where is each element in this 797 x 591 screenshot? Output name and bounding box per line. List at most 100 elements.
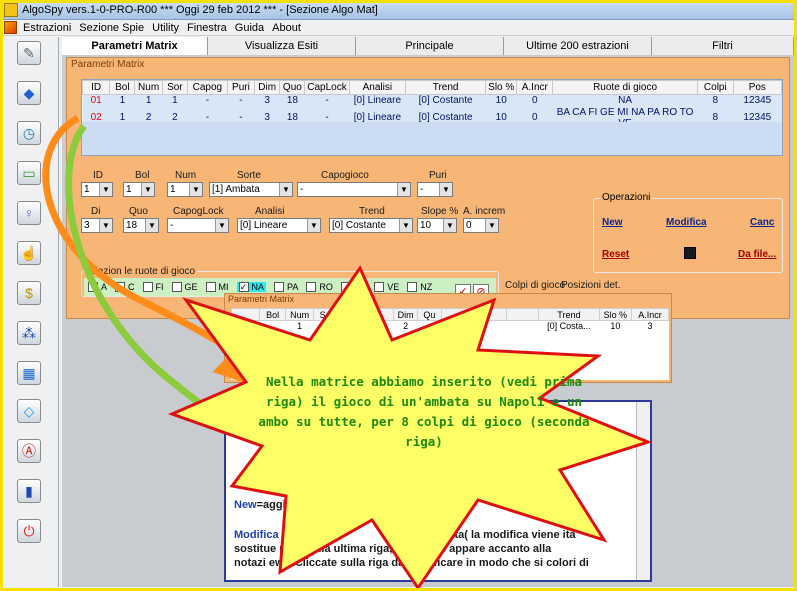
col-aincr[interactable]: A.Incr: [516, 80, 554, 95]
menu-about[interactable]: About: [272, 22, 301, 34]
col-colpi[interactable]: Colpi: [696, 80, 734, 95]
col-slo[interactable]: Slo %: [484, 80, 518, 95]
analisi-select[interactable]: [0] Lineare ▼: [237, 218, 321, 233]
wheel-to-checkbox[interactable]: TO: [340, 282, 366, 292]
chevron-down-icon[interactable]: ▼: [485, 219, 498, 232]
chevron-down-icon[interactable]: ▼: [145, 219, 158, 232]
col-num[interactable]: Num: [134, 80, 163, 95]
wheel-fi-checkbox[interactable]: FI: [142, 282, 164, 292]
chevron-down-icon[interactable]: ▼: [99, 183, 112, 196]
col-bol[interactable]: Bol: [109, 80, 136, 95]
wheel-ro-checkbox[interactable]: RO: [306, 282, 333, 292]
num-select[interactable]: 1 ▼: [167, 182, 203, 197]
book-blue-icon[interactable]: ▮: [17, 479, 41, 503]
popup-col: A.Incr: [631, 308, 669, 321]
canc-link[interactable]: Canc: [750, 217, 774, 228]
drop-icon[interactable]: ◇: [17, 399, 41, 423]
caplock-select[interactable]: - ▼: [167, 218, 229, 233]
quo-select[interactable]: 18 ▼: [123, 218, 159, 233]
chevron-down-icon[interactable]: ▼: [279, 183, 292, 196]
col-caplock[interactable]: CapLock: [304, 80, 350, 95]
slope-select[interactable]: 10 ▼: [417, 218, 457, 233]
aincrem-select[interactable]: 0 ▼: [463, 218, 499, 233]
cell-pos: 12345: [733, 94, 782, 107]
matrix-grid[interactable]: ID Bol Num Sor Capog Puri Dim Quo CapLoc…: [81, 79, 783, 156]
wheel-ca-checkbox[interactable]: C: [115, 282, 135, 292]
pencil-icon[interactable]: ✎: [17, 41, 41, 65]
trend-select[interactable]: [0] Costante ▼: [329, 218, 413, 233]
col-pos[interactable]: Pos: [732, 80, 783, 95]
wheel-mi-checkbox[interactable]: MI: [205, 282, 229, 292]
chevron-down-icon[interactable]: ▼: [399, 219, 412, 232]
tab-parametri-matrix[interactable]: Parametri Matrix: [62, 37, 208, 55]
lightbulb-icon[interactable]: ♀: [17, 201, 41, 225]
id-select[interactable]: 1 ▼: [81, 182, 113, 197]
calendar-icon[interactable]: ▦: [17, 361, 41, 385]
popup-col: Qu: [417, 308, 442, 321]
puri-select[interactable]: - ▼: [417, 182, 453, 197]
cassette-icon[interactable]: ▭: [17, 161, 41, 185]
menu-utility[interactable]: Utility: [152, 22, 179, 34]
chevron-down-icon[interactable]: ▼: [215, 219, 228, 232]
menu-estrazioni[interactable]: Estrazioni: [23, 22, 71, 34]
col-capog[interactable]: Capog: [186, 80, 228, 95]
chevron-down-icon[interactable]: ▼: [189, 183, 202, 196]
table-row[interactable]: 01 1 1 1 - - 3 18 - [0] Lineare [0] Cost…: [82, 94, 782, 107]
power-icon[interactable]: ⏻: [17, 519, 41, 543]
wheel-ge-checkbox[interactable]: GE: [171, 282, 198, 292]
floppy-icon[interactable]: [684, 247, 696, 259]
cell-caplock: -: [304, 94, 350, 107]
money-icon[interactable]: $: [17, 281, 41, 305]
col-sor[interactable]: Sor: [161, 80, 188, 95]
col-analisi[interactable]: Analisi: [348, 80, 407, 95]
chevron-down-icon[interactable]: ▼: [307, 219, 320, 232]
bol-select[interactable]: 1 ▼: [123, 182, 155, 197]
chevron-down-icon[interactable]: ▼: [99, 219, 112, 232]
grid-empty-area: [82, 122, 782, 155]
col-trend[interactable]: Trend: [405, 80, 486, 95]
app-menu-icon[interactable]: [4, 21, 17, 34]
col-puri[interactable]: Puri: [226, 80, 256, 95]
tab-visualizza-esiti[interactable]: Visualizza Esiti: [208, 37, 356, 55]
tab-ultime-200[interactable]: Ultime 200 estrazioni: [504, 37, 652, 55]
cell-capog: -: [187, 94, 228, 107]
cell-colpi: 8: [697, 94, 734, 107]
reset-link[interactable]: Reset: [602, 249, 629, 260]
doc-scrollbar[interactable]: [636, 402, 650, 580]
menu-finestra[interactable]: Finestra: [187, 22, 227, 34]
capogioco-select[interactable]: - ▼: [297, 182, 411, 197]
col-ruote[interactable]: Ruote di gioco: [552, 80, 698, 95]
wheel-ve-checkbox[interactable]: VE: [374, 282, 399, 292]
window-titlebar: AlgoSpy vers.1-0-PRO-R00 *** Oggi 29 feb…: [0, 0, 797, 20]
chevron-down-icon[interactable]: ▼: [443, 219, 456, 232]
hand-icon[interactable]: ☝: [17, 241, 41, 265]
chevron-down-icon[interactable]: ▼: [141, 183, 154, 196]
new-link[interactable]: New: [602, 217, 623, 228]
clock-icon[interactable]: ◷: [17, 121, 41, 145]
dafile-link[interactable]: Da file...: [738, 249, 776, 260]
col-dim[interactable]: Dim: [254, 80, 281, 95]
tab-filtri[interactable]: Filtri: [652, 37, 794, 55]
sorte-select[interactable]: [1] Ambata ▼: [209, 182, 293, 197]
col-id[interactable]: ID: [81, 80, 111, 95]
operations-title: Operazioni: [600, 192, 653, 203]
book-icon[interactable]: ◆: [17, 81, 41, 105]
alpha-icon[interactable]: Ⓐ: [17, 439, 41, 463]
network-icon[interactable]: ⁂: [17, 321, 41, 345]
chevron-down-icon[interactable]: ▼: [397, 183, 410, 196]
menu-sezione-spie[interactable]: Sezione Spie: [79, 22, 144, 34]
wheel-nz-checkbox[interactable]: NZ: [407, 282, 432, 292]
aincrem-label: A. increm: [463, 206, 506, 217]
popup-col: Dim: [393, 308, 418, 321]
chevron-down-icon[interactable]: ▼: [439, 183, 452, 196]
dim-select[interactable]: 3 ▼: [81, 218, 113, 233]
sorte-label: Sorte: [237, 170, 261, 181]
wheel-na-checkbox[interactable]: ✓ NA: [236, 282, 267, 292]
modifica-link[interactable]: Modifica: [666, 217, 707, 228]
wheel-ba-checkbox[interactable]: A: [88, 282, 107, 292]
wheel-pa-checkbox[interactable]: PA: [274, 282, 298, 292]
tab-principale[interactable]: Principale: [356, 37, 504, 55]
col-quo[interactable]: Quo: [279, 80, 306, 95]
popup-col: [440, 308, 475, 321]
menu-guida[interactable]: Guida: [235, 22, 264, 34]
